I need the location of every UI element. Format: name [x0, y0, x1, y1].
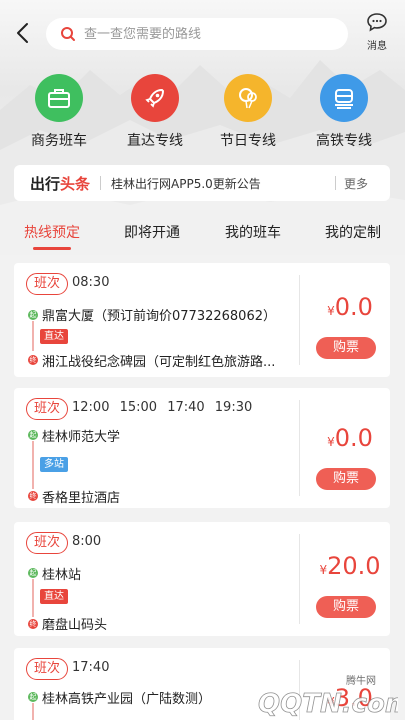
top-bar: 消息	[0, 0, 405, 62]
news-headline[interactable]: 桂林出行网APP5.0更新公告	[111, 175, 329, 192]
svg-text:QQTN.com: QQTN.com	[258, 689, 398, 718]
trip-badge: 班次	[26, 273, 68, 295]
balloon-icon	[224, 74, 272, 122]
price: ¥20.0	[319, 552, 381, 580]
tab-hot-booking[interactable]: 热线预定	[22, 222, 82, 250]
trip-badge: 班次	[26, 398, 68, 420]
category-label: 高铁专线	[316, 133, 372, 149]
start-stop-icon: 起	[28, 568, 38, 578]
tab-coming-soon[interactable]: 即将开通	[122, 222, 182, 242]
news-bar[interactable]: 出行头条 桂林出行网APP5.0更新公告 更多	[14, 165, 390, 201]
route-connector	[32, 321, 34, 351]
tab-my-custom[interactable]: 我的定制	[323, 222, 383, 242]
buy-ticket-button[interactable]: 购票	[316, 337, 376, 359]
end-stop-icon: 终	[28, 491, 38, 501]
divider	[335, 176, 337, 190]
category-direct-line[interactable]: 直达专线	[110, 74, 200, 150]
news-more-link[interactable]: 更多	[344, 175, 368, 192]
route-connector	[32, 703, 34, 720]
tab-my-shuttle[interactable]: 我的班车	[223, 222, 283, 242]
category-nav: 商务班车 直达专线 节日专线 高铁专线	[0, 74, 405, 154]
route-type-tag: 直达	[40, 589, 68, 604]
watermark-logo: 腾牛网 QQTN.com	[218, 668, 405, 719]
active-tab-indicator	[33, 247, 71, 250]
start-stop-icon: 起	[28, 692, 38, 702]
route-type-tag: 多站	[40, 457, 68, 472]
start-stop-icon: 起	[28, 310, 38, 320]
departure-times: 12:00 15:00 17:40 19:30	[72, 400, 253, 415]
end-stop: 湘江战役纪念碑园（可定制红色旅游路...	[42, 355, 276, 370]
departure-times: 08:30	[72, 275, 110, 290]
trip-badge: 班次	[26, 658, 68, 680]
chat-bubble-icon	[366, 13, 388, 36]
price: ¥0.0	[327, 293, 373, 321]
start-stop: 桂林站	[42, 568, 82, 583]
divider	[299, 275, 300, 365]
search-bar[interactable]	[46, 18, 348, 50]
route-connector	[32, 441, 34, 489]
back-arrow-icon[interactable]	[12, 20, 36, 46]
category-label: 节日专线	[220, 133, 276, 149]
rocket-icon	[131, 74, 179, 122]
message-button[interactable]: 消息	[360, 12, 394, 52]
start-stop: 桂林师范大学	[42, 430, 121, 445]
divider	[100, 176, 102, 190]
category-high-speed-rail[interactable]: 高铁专线	[299, 74, 389, 150]
route-card[interactable]: 班次 12:00 15:00 17:40 19:30 起 桂林师范大学 多站 终…	[14, 388, 390, 508]
end-stop-icon: 终	[28, 355, 38, 365]
category-label: 商务班车	[31, 133, 87, 149]
trip-badge: 班次	[26, 532, 68, 554]
svg-text:腾牛网: 腾牛网	[346, 674, 376, 687]
category-business-shuttle[interactable]: 商务班车	[14, 74, 104, 150]
briefcase-icon	[35, 74, 83, 122]
search-input[interactable]	[84, 26, 334, 42]
start-stop-icon: 起	[28, 430, 38, 440]
end-stop: 磨盘山码头	[42, 618, 108, 633]
train-icon	[320, 74, 368, 122]
price: ¥0.0	[327, 424, 373, 452]
departure-times: 8:00	[72, 534, 102, 549]
end-stop-icon: 终	[28, 619, 38, 629]
buy-ticket-button[interactable]: 购票	[316, 468, 376, 490]
divider	[299, 534, 300, 624]
message-label: 消息	[367, 41, 387, 52]
buy-ticket-button[interactable]: 购票	[316, 596, 376, 618]
route-type-tag: 直达	[40, 329, 68, 344]
category-label: 直达专线	[127, 133, 183, 149]
departure-times: 17:40	[72, 660, 110, 675]
route-card[interactable]: 班次 8:00 起 桂林站 直达 终 磨盘山码头 ¥20.0 购票	[14, 522, 390, 636]
category-holiday-line[interactable]: 节日专线	[203, 74, 293, 150]
news-brand-logo: 出行头条	[30, 174, 91, 193]
start-stop: 鼎富大厦（预订前询价07732268062）	[42, 309, 276, 324]
end-stop: 香格里拉酒店	[42, 491, 121, 506]
search-icon	[60, 26, 76, 42]
route-card[interactable]: 班次 08:30 起 鼎富大厦（预订前询价07732268062） 直达 终 湘…	[14, 263, 390, 377]
route-connector	[32, 579, 34, 617]
tab-bar: 热线预定 即将开通 我的班车 我的定制	[0, 222, 405, 254]
divider	[299, 400, 300, 496]
